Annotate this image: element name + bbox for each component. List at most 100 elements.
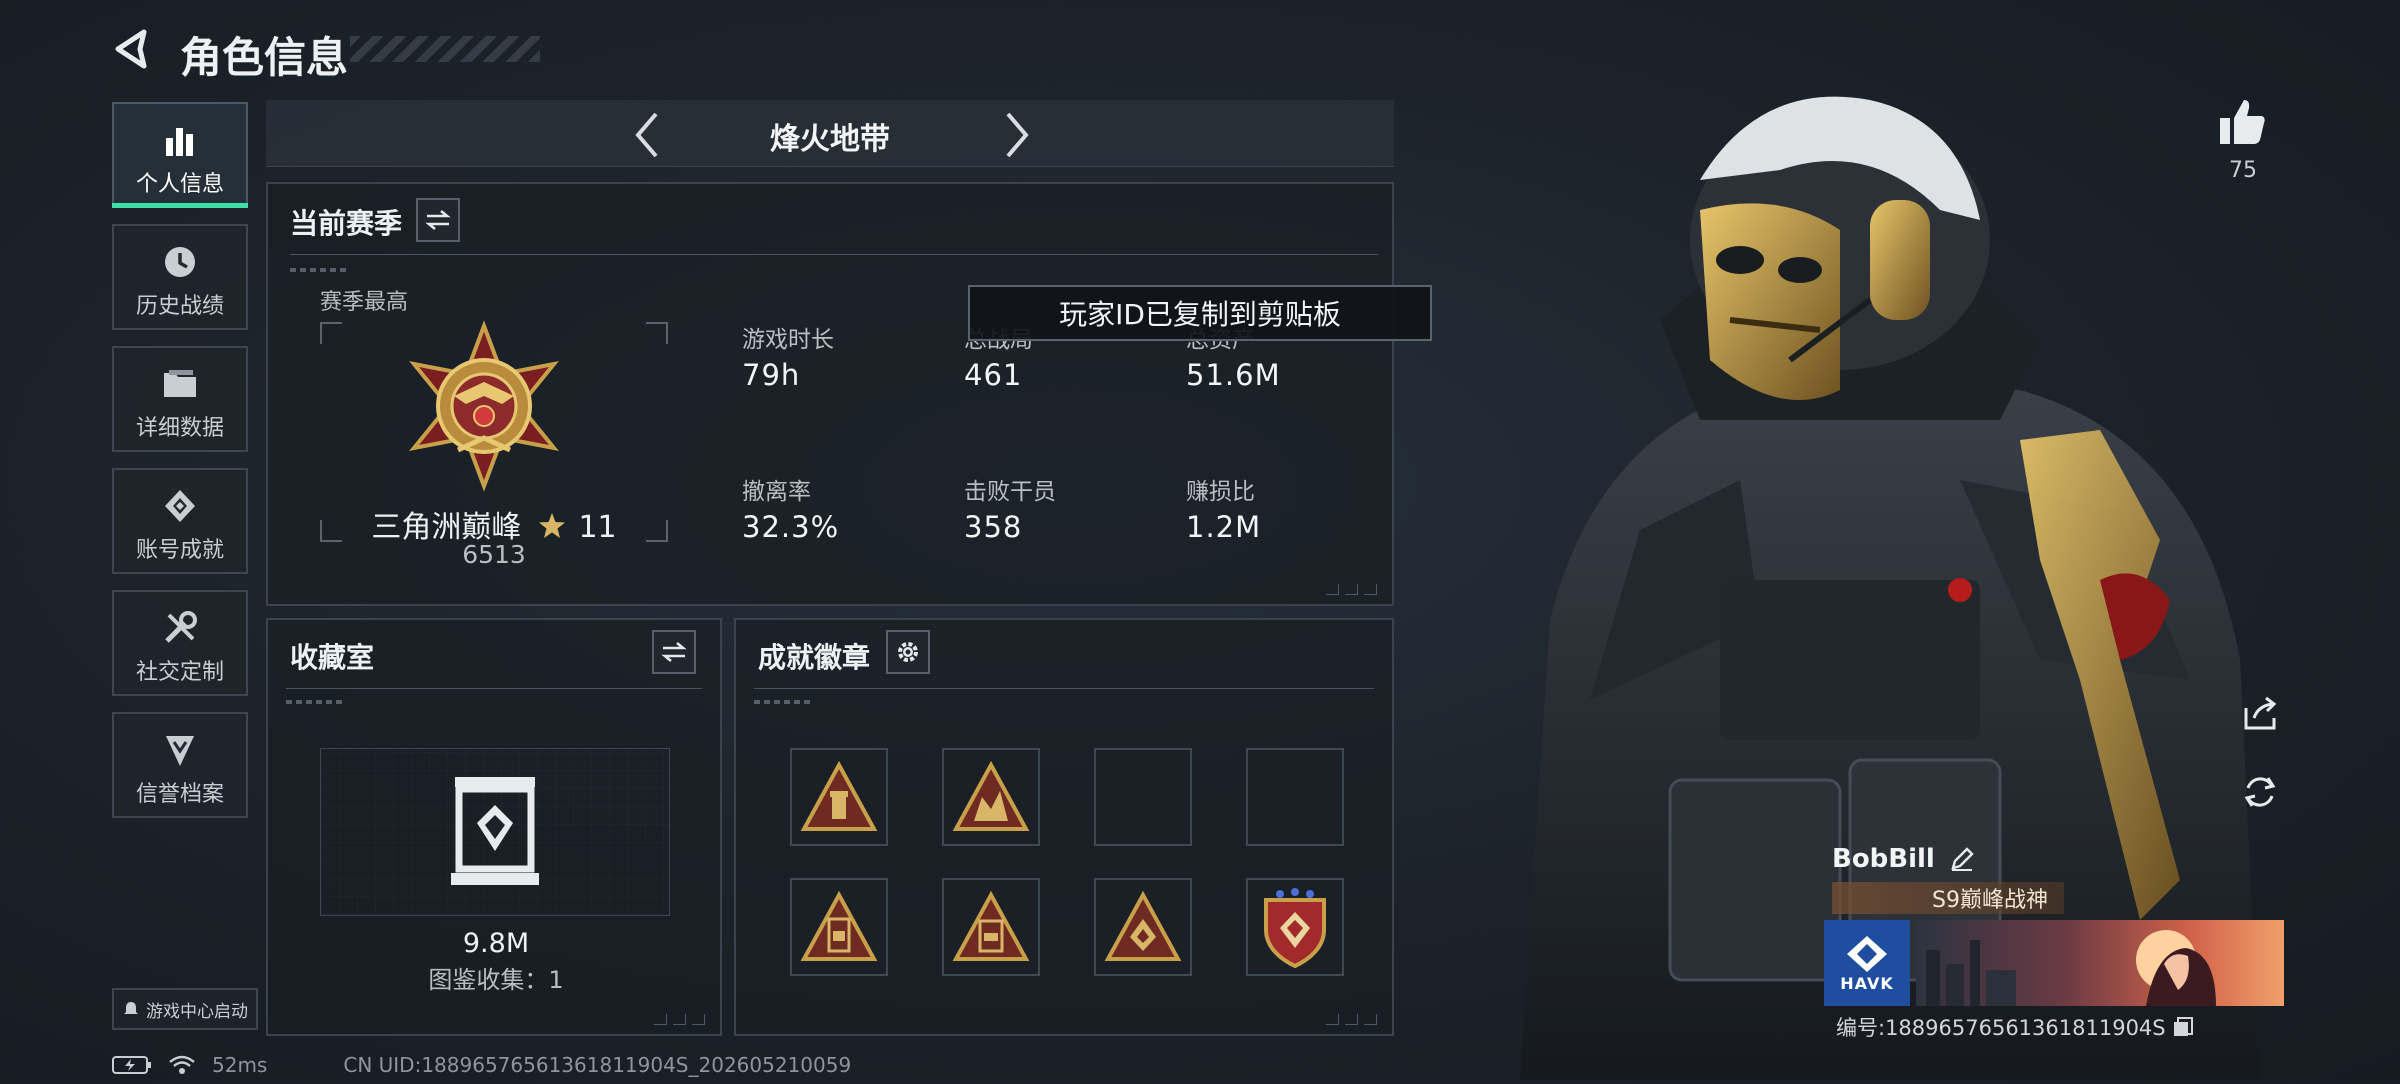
swap-icon <box>425 210 451 230</box>
sidebar-item-achievements[interactable]: 账号成就 <box>112 468 248 574</box>
like-button[interactable] <box>2216 96 2274 154</box>
player-title: S9巅峰战神 <box>1932 888 2048 913</box>
back-arrow-icon <box>115 29 147 69</box>
badge-triangle-icon <box>952 891 1030 961</box>
city-skyline-image <box>1926 930 2216 1006</box>
achievement-icon <box>165 490 195 522</box>
player-name: BobBill <box>1832 844 1935 874</box>
collection-panel: 收藏室 9.8M 图鉴收集：1 <box>266 618 722 1036</box>
copy-toast: 玩家ID已复制到剪贴板 <box>968 285 1432 341</box>
player-title-plate: S9巅峰战神 <box>1832 882 2064 914</box>
badges-panel: 成就徽章 <box>734 618 1394 1036</box>
stat-label-profit-ratio: 赚损比 <box>1186 479 1255 505</box>
sidebar-item-personal-info[interactable]: 个人信息 <box>112 102 248 208</box>
reputation-icon <box>166 736 194 766</box>
stat-value-playtime: 79h <box>742 358 801 392</box>
decor-dots <box>754 700 814 704</box>
season-title: 当前赛季 <box>290 207 403 240</box>
bar-chart-icon <box>166 128 193 156</box>
rotate-button[interactable] <box>2236 768 2284 816</box>
season-best-label: 赛季最高 <box>320 290 409 315</box>
sidebar-item-history[interactable]: 历史战绩 <box>112 224 248 330</box>
badges-divider <box>754 688 1374 689</box>
badge-slot-empty[interactable] <box>1094 748 1192 846</box>
player-name-row: BobBill <box>1832 844 1975 874</box>
sidebar-item-details[interactable]: 详细数据 <box>112 346 248 452</box>
sidebar-item-label: 详细数据 <box>135 416 224 441</box>
page-title: 角色信息 <box>180 33 349 82</box>
battery-icon <box>112 1056 151 1074</box>
chevron-left-icon <box>635 112 658 158</box>
stat-label-extract-rate: 撤离率 <box>742 479 811 505</box>
collection-display[interactable] <box>320 748 670 916</box>
collection-divider <box>286 688 702 689</box>
rank-emblem <box>398 320 570 492</box>
edit-icon[interactable] <box>1949 846 1975 872</box>
havk-emblem-icon <box>1847 935 1887 972</box>
season-panel: 当前赛季 赛季最高 三角洲巅峰 11 6513 游戏时长 79h 总战局 461… <box>266 182 1394 606</box>
decor-dots <box>290 268 350 272</box>
mode-label: 烽火地带 <box>770 122 890 157</box>
decor-corner <box>1326 584 1382 596</box>
copy-icon <box>2173 1017 2193 1036</box>
season-switch-button[interactable] <box>416 198 460 242</box>
sidebar-item-label: 个人信息 <box>135 172 224 197</box>
ping-value: 52ms <box>212 1053 268 1077</box>
badge-triangle-icon <box>1104 891 1182 961</box>
badges-settings-button[interactable] <box>886 630 930 674</box>
collection-value: 9.8M <box>462 928 530 959</box>
rank-emblem-icon <box>408 320 560 492</box>
uid-text: CN UID:18896576561361811904S_20260521005… <box>343 1053 852 1077</box>
sidebar-item-label: 社交定制 <box>135 660 224 685</box>
stat-value-assets: 51.6M <box>1186 358 1281 392</box>
stat-value-kills: 358 <box>964 510 1023 544</box>
share-icon <box>2244 696 2277 730</box>
mode-next-button[interactable] <box>994 110 1040 160</box>
thumbs-up-icon <box>2220 100 2265 144</box>
badge-triangle-icon <box>800 761 878 831</box>
badge-slot[interactable] <box>942 748 1040 846</box>
game-center-button[interactable]: 游戏中心启动 <box>112 988 258 1030</box>
badge-slot[interactable] <box>1094 878 1192 976</box>
decor-corner <box>1326 1014 1382 1026</box>
team-logo-text: HAVK <box>1840 973 1894 993</box>
season-divider <box>290 254 1378 255</box>
nameplate-banner[interactable] <box>1916 920 2284 1006</box>
badge-slot[interactable] <box>790 878 888 976</box>
game-center-label: 游戏中心启动 <box>146 1001 248 1022</box>
player-id-row[interactable]: 编号:18896576561361811904S <box>1836 1012 2194 1042</box>
share-button[interactable] <box>2236 690 2284 738</box>
sidebar-item-social[interactable]: 社交定制 <box>112 590 248 696</box>
badge-slot[interactable] <box>942 878 1040 976</box>
like-count: 75 <box>2229 158 2257 183</box>
mode-prev-button[interactable] <box>624 110 670 160</box>
tools-icon <box>165 611 197 643</box>
sidebar-item-label: 历史战绩 <box>135 294 224 319</box>
status-bar: 52ms CN UID:18896576561361811904S_202605… <box>112 1052 851 1078</box>
badge-shield-icon <box>1264 888 1326 968</box>
badges-title: 成就徽章 <box>758 641 871 674</box>
sidebar-item-label: 账号成就 <box>135 538 224 563</box>
badge-slot[interactable] <box>790 748 888 846</box>
decor-corner <box>654 1014 710 1026</box>
star-icon <box>538 513 565 538</box>
collection-switch-button[interactable] <box>652 630 696 674</box>
refresh-icon <box>2244 777 2276 807</box>
badge-slot[interactable] <box>1246 878 1344 976</box>
gear-icon <box>898 642 918 662</box>
title-stripes <box>350 36 540 62</box>
player-card: BobBill S9巅峰战神 HAVK 编号:18896576561361811… <box>1824 836 2284 1046</box>
collection-count: 图鉴收集：1 <box>428 966 564 994</box>
badge-slot-empty[interactable] <box>1246 748 1344 846</box>
stat-value-extract-rate: 32.3% <box>742 510 840 544</box>
bell-icon <box>124 1002 138 1014</box>
showcase-icon <box>451 777 539 885</box>
rank-points: 6513 <box>462 540 526 569</box>
badge-triangle-icon <box>800 891 878 961</box>
chevron-right-icon <box>1006 112 1029 158</box>
history-icon <box>165 247 195 277</box>
sidebar-item-reputation[interactable]: 信誉档案 <box>112 712 248 818</box>
back-button[interactable] <box>110 26 156 72</box>
stat-value-profit-ratio: 1.2M <box>1186 510 1262 544</box>
copy-toast-text: 玩家ID已复制到剪贴板 <box>1059 298 1341 331</box>
